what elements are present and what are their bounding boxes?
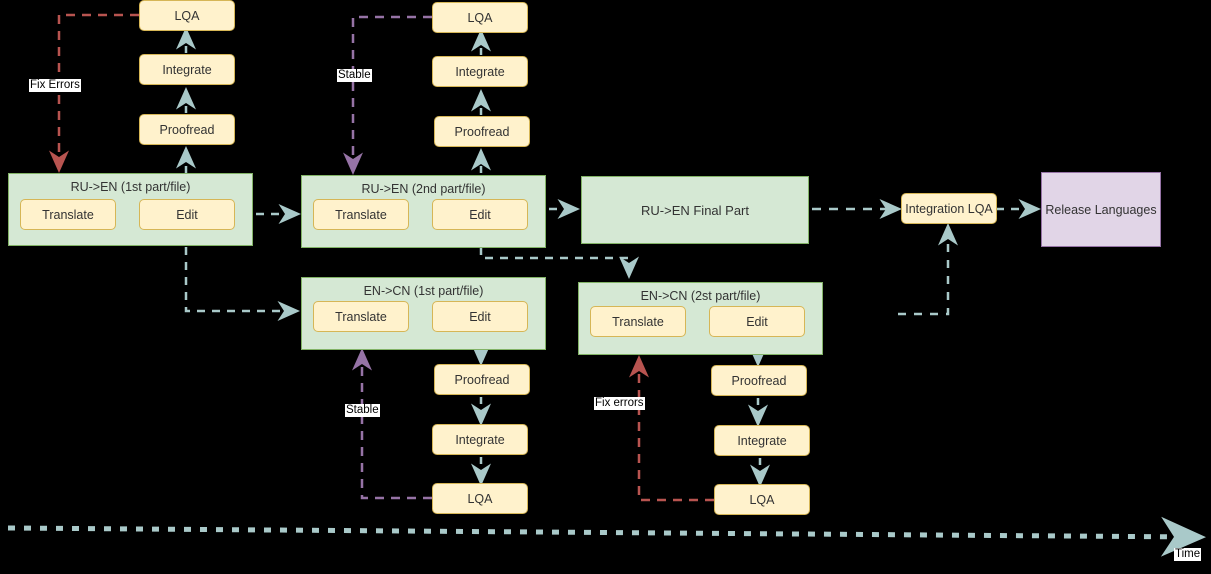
edge-cn1-lqa-stable [352, 348, 432, 500]
node-label: Integrate [737, 433, 787, 448]
node-ru1-translate[interactable]: Translate [20, 199, 116, 230]
cluster-title-en-cn-1st: EN->CN (1st part/file) [363, 284, 484, 298]
node-cn2-proofread[interactable]: Proofread [711, 365, 807, 396]
cluster-title-ru-en-2nd: RU->EN (2nd part/file) [361, 182, 486, 196]
node-label: RU->EN Final Part [641, 202, 749, 218]
node-ru1-proofread[interactable]: Proofread [139, 114, 235, 145]
node-label: Proofread [731, 373, 787, 388]
node-cn2-translate[interactable]: Translate [590, 306, 686, 337]
node-label: Integrate [455, 432, 505, 447]
node-ru-en-final-part[interactable]: RU->EN Final Part [581, 176, 809, 244]
time-axis-label: Time [1174, 548, 1202, 561]
node-cn2-edit[interactable]: Edit [709, 306, 805, 337]
node-label: LQA [174, 8, 200, 23]
node-label: Edit [469, 207, 491, 222]
node-label: Integration LQA [905, 201, 993, 216]
node-ru1-lqa[interactable]: LQA [139, 0, 235, 31]
node-cn2-lqa[interactable]: LQA [714, 484, 810, 515]
node-label: LQA [467, 10, 493, 25]
node-label: Translate [42, 207, 94, 222]
time-axis [7, 516, 1206, 557]
node-label: Translate [335, 207, 387, 222]
node-ru2-lqa[interactable]: LQA [432, 2, 528, 33]
node-cn1-lqa[interactable]: LQA [432, 483, 528, 514]
node-label: Translate [335, 309, 387, 324]
node-label: Proofread [454, 372, 510, 387]
node-cn1-edit[interactable]: Edit [432, 301, 528, 332]
edge-ru2-lqa-stable [343, 15, 432, 175]
edge-ru1-edit-to-cn1 [184, 247, 300, 321]
node-label: Proofread [159, 122, 215, 137]
node-label: Edit [746, 314, 768, 329]
node-label: Translate [612, 314, 664, 329]
cluster-title-ru-en-1st: RU->EN (1st part/file) [70, 180, 191, 194]
node-cn1-translate[interactable]: Translate [313, 301, 409, 332]
node-ru2-edit[interactable]: Edit [432, 199, 528, 230]
edge-label-fix-errors-bottom: Fix errors [594, 397, 645, 410]
edge-cn2-lqa-fix-errors [629, 355, 714, 502]
node-label: LQA [749, 492, 775, 507]
edge-cn2-to-integration-lqa [898, 223, 958, 316]
node-ru1-edit[interactable]: Edit [139, 199, 235, 230]
node-ru2-translate[interactable]: Translate [313, 199, 409, 230]
workflow-diagram: RU->EN (1st part/file) Translate Edit Pr… [0, 0, 1211, 574]
node-ru2-integrate[interactable]: Integrate [432, 56, 528, 87]
edge-label-stable-bottom: Stable [345, 404, 380, 417]
node-cn1-proofread[interactable]: Proofread [434, 364, 530, 395]
node-label: LQA [467, 491, 493, 506]
node-label: Integrate [455, 64, 505, 79]
cluster-title-en-cn-2nd: EN->CN (2st part/file) [640, 289, 761, 303]
node-release-languages[interactable]: Release Languages [1041, 172, 1161, 247]
node-label: Proofread [454, 124, 510, 139]
node-integration-lqa[interactable]: Integration LQA [901, 193, 997, 224]
node-ru1-integrate[interactable]: Integrate [139, 54, 235, 85]
edge-ru2-to-cn2 [479, 247, 639, 279]
node-label: Integrate [162, 62, 212, 77]
edge-label-fix-errors-top: Fix Errors [29, 79, 81, 92]
edge-label-stable-top: Stable [337, 69, 372, 82]
node-label: Edit [469, 309, 491, 324]
node-label: Release Languages [1045, 202, 1157, 217]
node-ru2-proofread[interactable]: Proofread [434, 116, 530, 147]
node-cn1-integrate[interactable]: Integrate [432, 424, 528, 455]
node-label: Edit [176, 207, 198, 222]
node-cn2-integrate[interactable]: Integrate [714, 425, 810, 456]
